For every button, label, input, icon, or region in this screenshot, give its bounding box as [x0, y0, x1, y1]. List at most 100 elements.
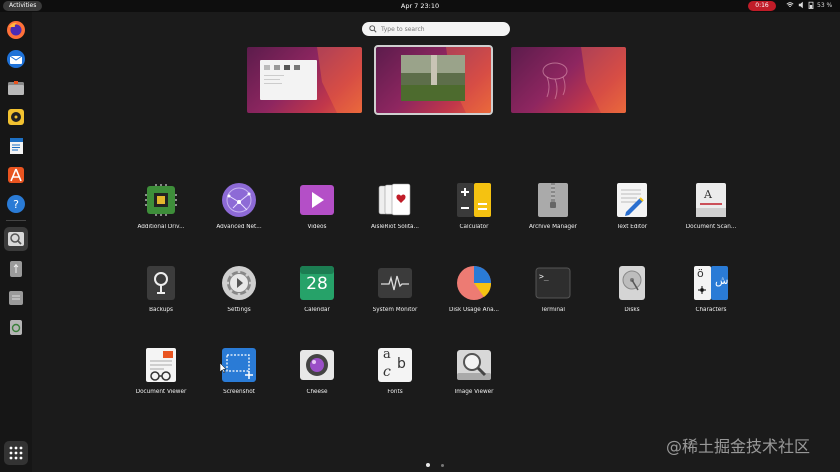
volume-icon[interactable]: [798, 1, 806, 11]
folder-icon: [8, 81, 24, 95]
magnifier-icon: [8, 232, 24, 246]
archive-icon: [538, 183, 568, 217]
workspace-thumbnail-3[interactable]: [511, 47, 626, 113]
app-calculator[interactable]: Calculator: [438, 182, 510, 242]
characters-glyph-arabic: ش: [715, 274, 729, 287]
app-disks[interactable]: Disks: [596, 265, 668, 325]
app-label: Videos: [307, 224, 327, 230]
app-fonts[interactable]: a b c Fonts: [359, 347, 431, 407]
network-globe-icon: [222, 183, 256, 217]
app-image-viewer[interactable]: Image Viewer: [438, 347, 510, 407]
scanner-icon: A: [696, 183, 726, 217]
screen-recording-indicator[interactable]: 0:16: [748, 1, 776, 11]
dock-disk[interactable]: [4, 286, 28, 310]
playing-cards-icon: [378, 183, 411, 216]
app-text-editor[interactable]: Text Editor: [596, 182, 668, 242]
app-aisleriot[interactable]: AisleRiot Solita...: [359, 182, 431, 242]
hard-disk-icon: [619, 266, 645, 300]
rhythmbox-icon: [8, 109, 24, 125]
app-label: Text Editor: [616, 224, 648, 230]
app-label: Backups: [149, 307, 173, 313]
app-archive-manager[interactable]: Archive Manager: [517, 182, 589, 242]
app-document-viewer[interactable]: Document Viewer: [125, 347, 197, 407]
app-advanced-network[interactable]: Advanced Net...: [203, 182, 275, 242]
document-viewer-icon: [146, 348, 176, 382]
dock: ?: [0, 12, 32, 472]
firefox-icon: [7, 21, 25, 39]
magnifier-icon: [457, 350, 491, 380]
svg-text:?: ?: [13, 198, 19, 211]
terminal-prompt: >_: [539, 272, 549, 281]
app-label: Image Viewer: [454, 389, 494, 395]
search-icon: [369, 25, 377, 33]
watermark: @稀土掘金技术社区: [666, 437, 811, 456]
terminal-icon: [535, 267, 571, 299]
app-additional-drivers[interactable]: Additional Driv...: [125, 182, 197, 242]
photo-window-thumbnail[interactable]: [401, 55, 465, 101]
app-settings[interactable]: Settings: [203, 265, 275, 325]
fonts-glyph-c: c: [383, 364, 391, 380]
app-label: System Monitor: [372, 307, 418, 313]
app-grid-icon: [9, 446, 23, 460]
app-label: Disks: [624, 307, 640, 313]
dock-rhythmbox[interactable]: [4, 105, 28, 129]
webcam-icon: [300, 350, 334, 380]
app-calendar[interactable]: 28 Calendar: [281, 265, 353, 325]
battery-percentage[interactable]: 53 %: [817, 1, 832, 11]
mouse-pointer-icon: [220, 363, 227, 373]
dock-trash[interactable]: [4, 315, 28, 339]
app-backups[interactable]: Backups: [125, 265, 197, 325]
dock-thunderbird[interactable]: [4, 47, 28, 71]
workspace-thumbnail-1[interactable]: [247, 47, 362, 113]
clock[interactable]: Apr 7 23:10: [0, 1, 840, 11]
pulse-icon: [378, 268, 412, 298]
dock-help[interactable]: ?: [4, 192, 28, 216]
app-label: Screenshot: [223, 389, 255, 395]
workspace-thumbnail-2[interactable]: [374, 45, 493, 115]
app-label: Archive Manager: [528, 224, 578, 230]
thunderbird-icon: [7, 50, 25, 68]
app-label: Additional Driv...: [137, 224, 185, 230]
app-label: Document Scan...: [685, 224, 737, 230]
dock-files[interactable]: [4, 76, 28, 100]
app-cheese[interactable]: Cheese: [281, 347, 353, 407]
app-terminal[interactable]: >_ Terminal: [517, 265, 589, 325]
app-system-monitor[interactable]: System Monitor: [359, 265, 431, 325]
dock-usb-drive[interactable]: [4, 257, 28, 281]
play-icon: [300, 185, 334, 215]
gear-icon: [222, 266, 256, 300]
app-disk-usage[interactable]: Disk Usage Ana...: [438, 265, 510, 325]
search-input[interactable]: [381, 25, 501, 33]
help-icon: ?: [7, 195, 25, 213]
usb-icon: [10, 261, 22, 277]
dock-separator: [6, 220, 26, 221]
dock-firefox[interactable]: [4, 18, 28, 42]
app-label: Cheese: [306, 389, 328, 395]
network-icon[interactable]: [786, 1, 794, 11]
page-indicator-1[interactable]: [426, 463, 430, 467]
document-icon: [10, 138, 23, 154]
app-label: Terminal: [540, 307, 566, 313]
app-screenshot[interactable]: Screenshot: [203, 347, 275, 407]
app-label: Fonts: [387, 389, 403, 395]
app-videos[interactable]: Videos: [281, 182, 353, 242]
top-bar: Activities Apr 7 23:10 0:16 53 %: [0, 0, 840, 12]
fonts-glyph-a: a: [383, 347, 391, 362]
text-editor-icon: [617, 183, 647, 217]
svg-text:A: A: [703, 188, 713, 201]
dock-writer[interactable]: [4, 134, 28, 158]
characters-glyph-latin: ö: [697, 267, 704, 280]
trash-icon: [10, 320, 22, 335]
app-document-scanner[interactable]: A Document Scan...: [675, 182, 747, 242]
window-thumbnail[interactable]: [260, 60, 317, 100]
page-indicator-2[interactable]: [441, 463, 444, 467]
app-characters[interactable]: ö ش Characters: [675, 265, 747, 325]
dock-app-center[interactable]: [4, 163, 28, 187]
app-label: Settings: [227, 307, 251, 313]
battery-icon[interactable]: [808, 1, 814, 11]
drive-icon: [9, 291, 23, 305]
app-label: Characters: [695, 307, 727, 313]
search-bar[interactable]: [362, 22, 510, 36]
dock-image-viewer[interactable]: [4, 227, 28, 251]
show-apps-button[interactable]: [4, 441, 28, 465]
